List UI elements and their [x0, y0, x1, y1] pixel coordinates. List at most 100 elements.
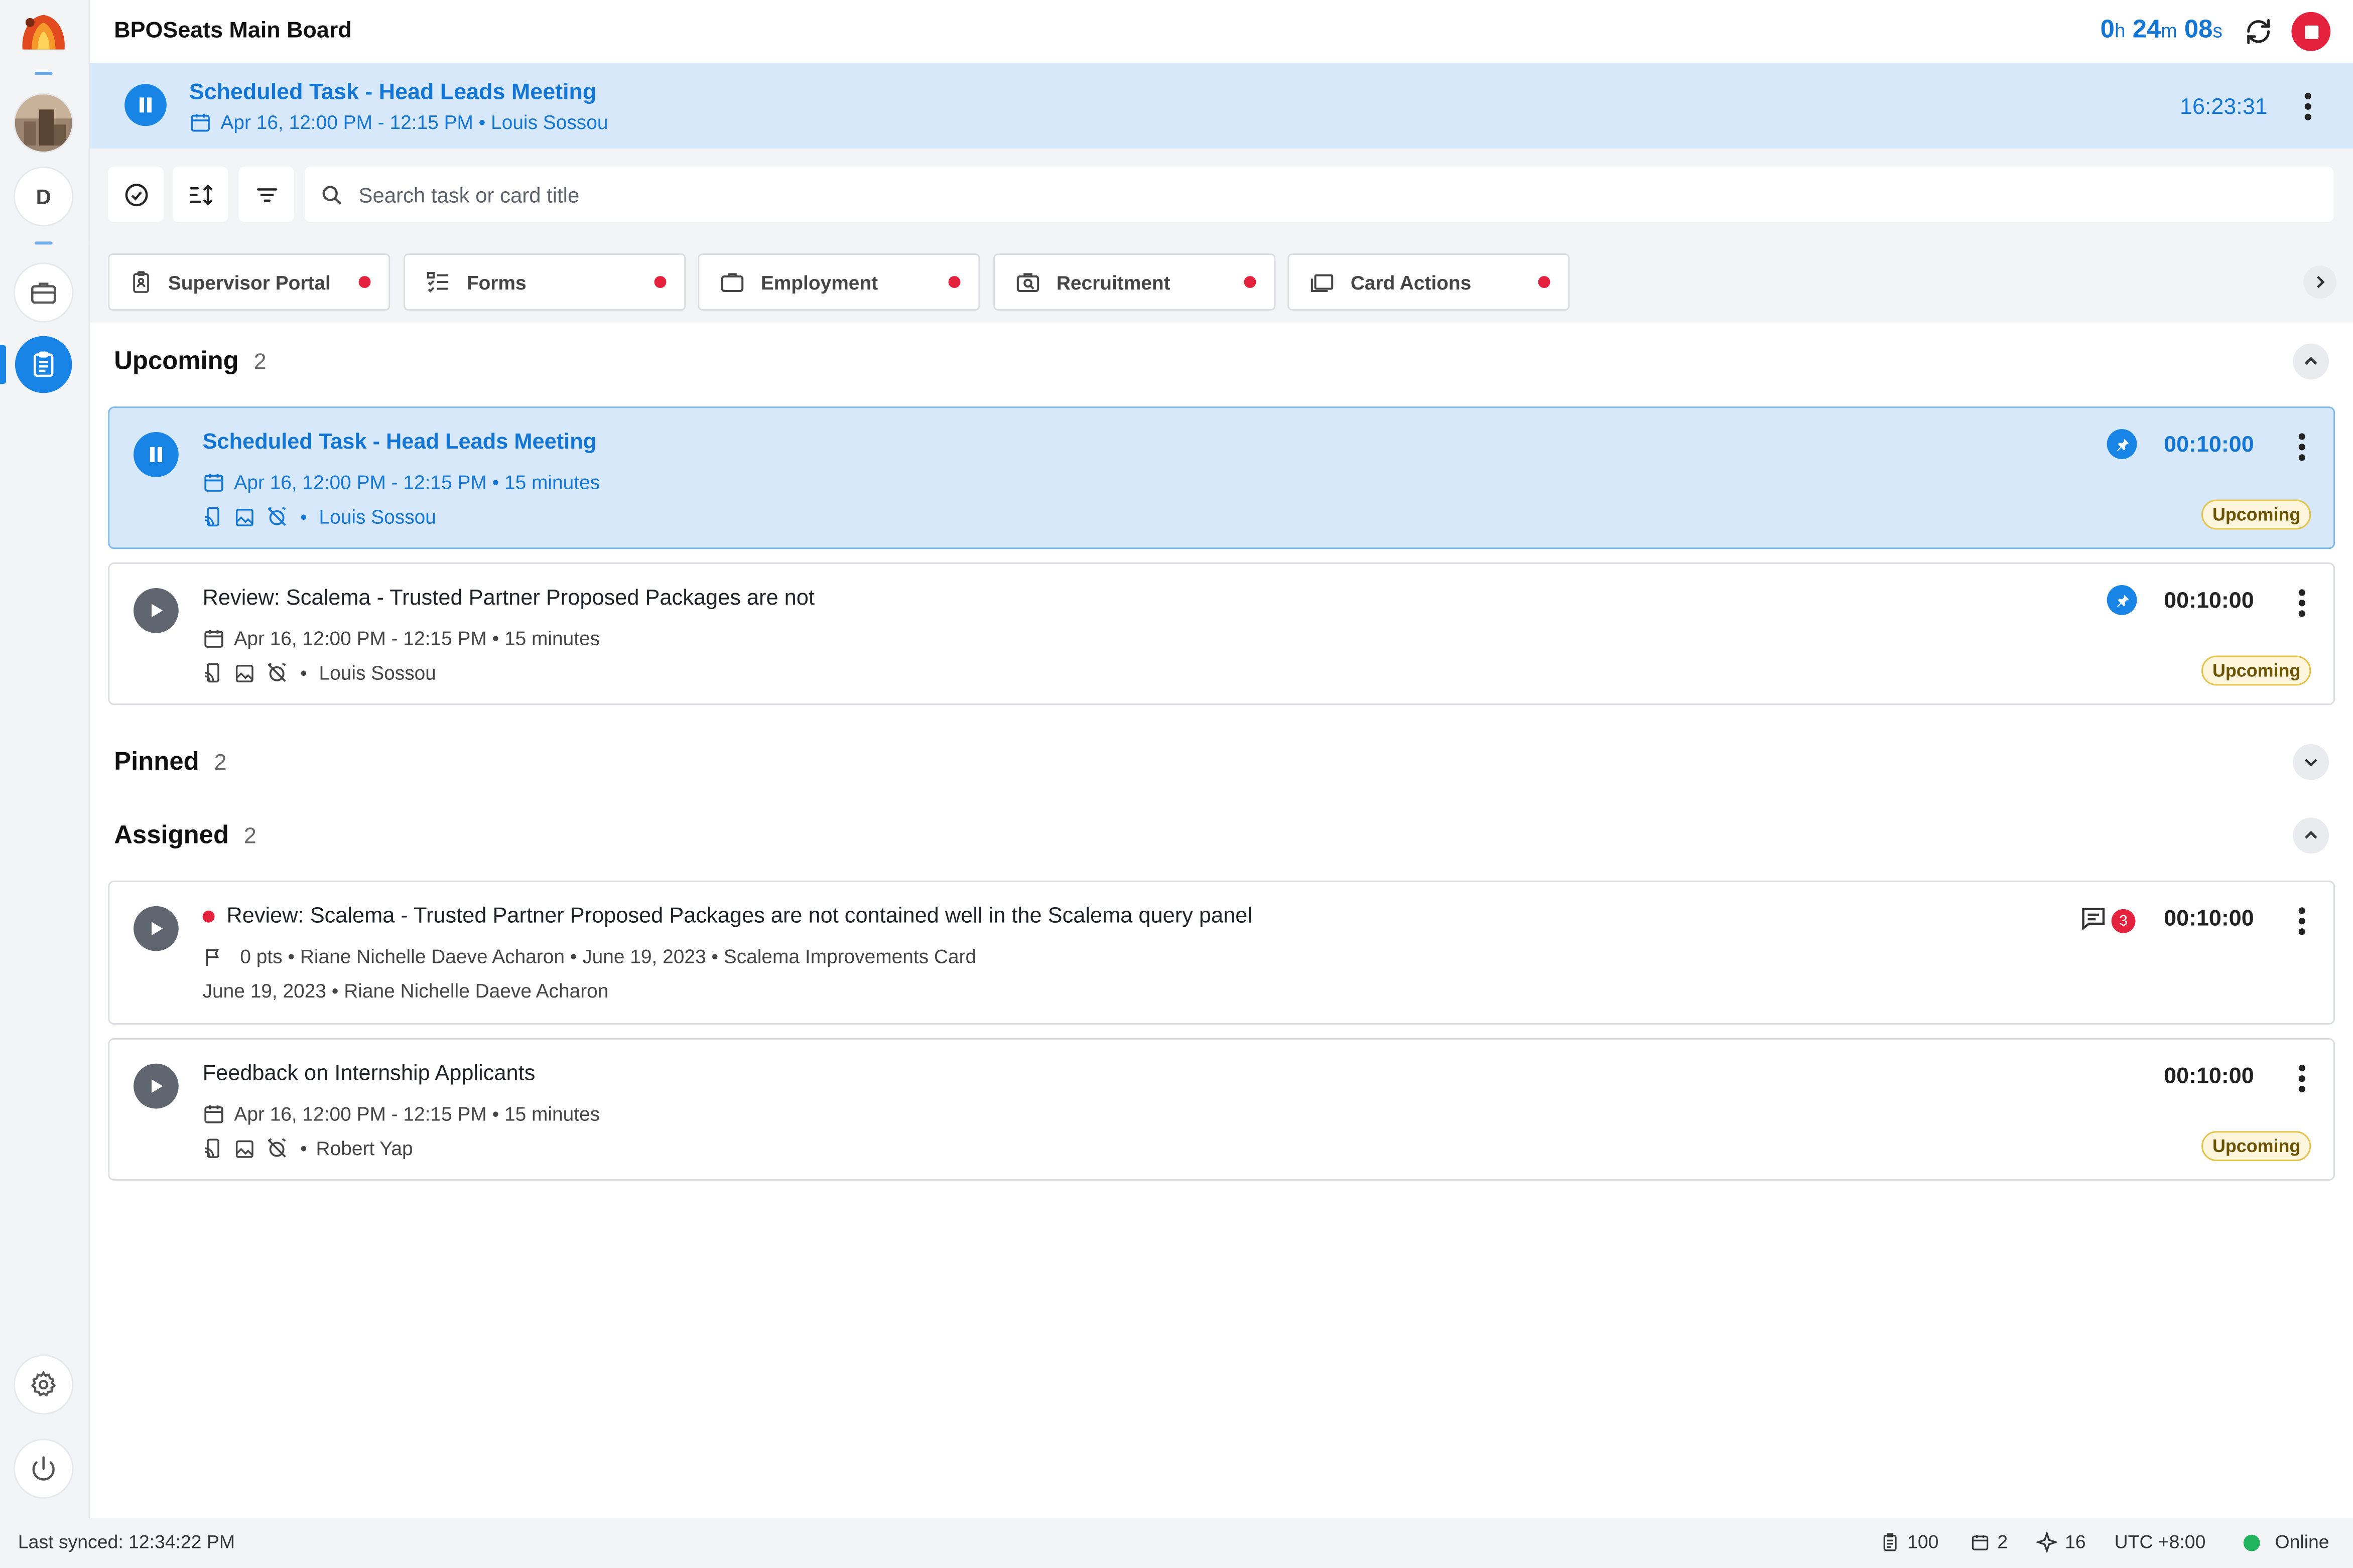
pin-icon [2116, 594, 2128, 607]
briefcase-icon [721, 273, 744, 293]
play-button[interactable] [134, 1063, 179, 1109]
image-icon [235, 1139, 253, 1158]
tab-employment[interactable]: Employment [698, 253, 980, 311]
mobile-icon [205, 1138, 219, 1158]
status-badge: Upcoming [2202, 499, 2311, 530]
task-timer: 00:10:00 [2164, 432, 2254, 458]
checklist-icon [427, 272, 449, 293]
pin-icon [2116, 438, 2128, 451]
calendar-icon [1972, 1534, 1989, 1550]
board-title: BPOSeats Main Board [114, 18, 352, 44]
top-bar: BPOSeats Main Board 0h 24m 08s [90, 0, 2353, 63]
cards-icon [1311, 274, 1334, 293]
sort-button[interactable] [172, 166, 228, 222]
tab-recruitment[interactable]: Recruitment [993, 253, 1276, 311]
play-button[interactable] [134, 588, 179, 633]
expand-pinned-button[interactable] [2293, 744, 2329, 780]
task-timer: 00:10:00 [2164, 906, 2254, 932]
workspace-avatar[interactable] [15, 94, 72, 152]
search-icon [322, 185, 342, 204]
app-logo[interactable] [18, 11, 69, 53]
settings-button[interactable] [15, 1356, 72, 1413]
alert-dot [654, 276, 667, 289]
sparkle-count[interactable]: 16 [2036, 1531, 2086, 1553]
completed-filter-button[interactable] [108, 166, 164, 222]
task-card[interactable]: Review: Scalema - Trusted Partner Propos… [108, 562, 2335, 705]
banner-time: 16:23:31 [2180, 94, 2268, 120]
user-avatar[interactable]: D [15, 168, 72, 225]
calendar-icon [204, 474, 223, 492]
comments-button[interactable]: 3 [2080, 905, 2137, 935]
task-timer: 00:10:00 [2164, 1063, 2254, 1089]
play-button[interactable] [134, 906, 179, 951]
filter-button[interactable] [238, 166, 295, 222]
status-badge: Upcoming [2202, 655, 2311, 686]
alert-dot [1244, 276, 1256, 289]
calendar-icon [191, 113, 210, 132]
task-card[interactable]: Review: Scalema - Trusted Partner Propos… [108, 881, 2335, 1025]
comment-icon [2082, 908, 2105, 931]
alert-dot [948, 276, 961, 289]
section-assigned-header: Assigned 2 [114, 820, 256, 849]
collapse-assigned-button[interactable] [2293, 817, 2329, 854]
more-vertical-icon [2304, 92, 2311, 120]
calendar-icon [204, 630, 223, 648]
check-circle-icon [124, 183, 148, 206]
task-more-button[interactable] [2297, 906, 2306, 944]
task-title[interactable]: Review: Scalema - Trusted Partner Propos… [203, 587, 815, 611]
task-more-button[interactable] [2297, 432, 2306, 470]
tab-supervisor-portal[interactable]: Supervisor Portal [108, 253, 390, 311]
pause-button[interactable] [124, 84, 167, 126]
briefcase-nav-button[interactable] [15, 264, 72, 321]
tasks-nav-button[interactable] [15, 336, 72, 393]
task-schedule: Apr 16, 12:00 PM - 12:15 PM • 15 minutes [203, 627, 600, 650]
search-input[interactable] [358, 182, 2160, 207]
sparkle-icon [2036, 1531, 2058, 1553]
filter-icon [256, 187, 277, 201]
task-count[interactable]: 100 [1880, 1532, 1938, 1552]
pause-icon [140, 97, 152, 113]
play-icon [151, 1079, 163, 1093]
flag-icon [206, 948, 219, 965]
task-meta: 0 pts • Riane Nichelle Daeve Acharon • J… [203, 945, 977, 967]
play-icon [151, 922, 163, 936]
task-more-button[interactable] [2297, 588, 2306, 626]
task-card[interactable]: Scheduled Task - Head Leads Meeting Apr … [108, 406, 2335, 549]
banner-title[interactable]: Scheduled Task - Head Leads Meeting [189, 79, 597, 105]
pin-button[interactable] [2107, 429, 2137, 459]
collapse-upcoming-button[interactable] [2293, 343, 2329, 380]
tab-forms[interactable]: Forms [404, 253, 686, 311]
banner-more-button[interactable] [2303, 91, 2312, 129]
task-title[interactable]: Scheduled Task - Head Leads Meeting [203, 431, 597, 455]
tabs-next-button[interactable] [2303, 265, 2337, 299]
search-bar[interactable] [304, 166, 2334, 222]
task-meta: • Robert Yap [203, 1137, 413, 1160]
pin-button[interactable] [2107, 585, 2137, 615]
more-vertical-icon [2298, 1065, 2305, 1093]
more-vertical-icon [2298, 907, 2305, 935]
power-button[interactable] [15, 1440, 72, 1497]
task-title[interactable]: Review: Scalema - Trusted Partner Propos… [202, 905, 1252, 929]
task-list: Upcoming 2 Scheduled Task - Head Leads Me… [90, 322, 2353, 1518]
sync-button[interactable] [2244, 17, 2274, 54]
more-vertical-icon [2298, 589, 2305, 617]
power-icon [32, 1456, 55, 1481]
task-more-button[interactable] [2297, 1064, 2306, 1101]
session-timer: 0h 24m 08s [2100, 15, 2223, 44]
task-title[interactable]: Feedback on Internship Applicants [203, 1062, 536, 1086]
main-panel: BPOSeats Main Board 0h 24m 08s Scheduled… [88, 0, 2353, 1518]
sidebar: D [0, 0, 89, 1518]
task-schedule: Apr 16, 12:00 PM - 12:15 PM • 15 minutes [203, 471, 600, 494]
last-synced: Last synced: 12:34:22 PM [18, 1531, 235, 1553]
timezone: UTC +8:00 [2114, 1531, 2206, 1553]
clipboard-icon [34, 351, 54, 377]
stop-button[interactable] [2291, 12, 2331, 51]
calendar-count[interactable]: 2 [1971, 1532, 2008, 1552]
pause-button[interactable] [134, 432, 179, 477]
alarm-off-icon [268, 662, 286, 682]
tab-card-actions[interactable]: Card Actions [1287, 253, 1570, 311]
chevron-up-icon [2305, 357, 2317, 365]
chevron-down-icon [2305, 759, 2317, 767]
task-card[interactable]: Feedback on Internship Applicants Apr 16… [108, 1038, 2335, 1181]
connection-status: Online [2243, 1532, 2329, 1552]
